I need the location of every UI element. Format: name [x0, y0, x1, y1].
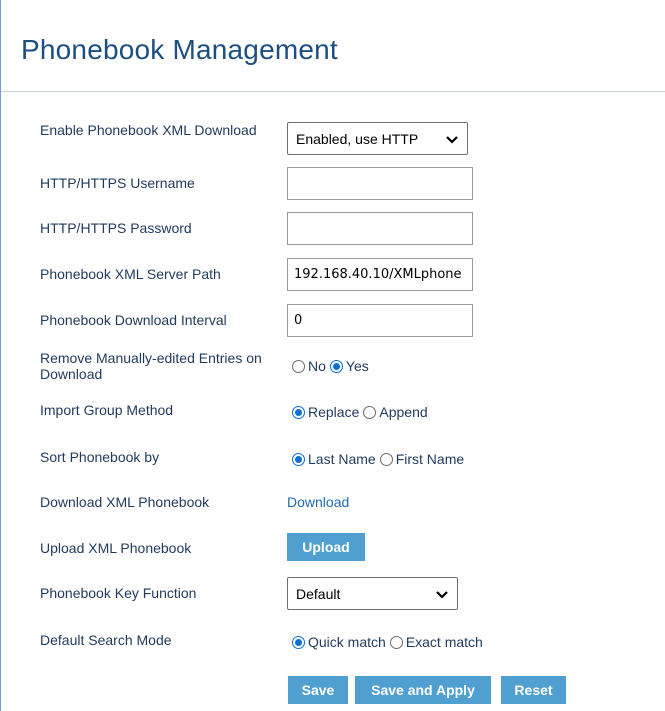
key-function-value: Default — [296, 585, 341, 602]
radio-append[interactable] — [363, 405, 377, 419]
chevron-down-icon — [446, 135, 458, 144]
radio-option-no[interactable]: No — [292, 358, 326, 374]
import-group-method-radios: Replace Append — [292, 402, 432, 422]
http-password-label: HTTP/HTTPS Password — [40, 220, 192, 236]
http-username-label: HTTP/HTTPS Username — [40, 175, 195, 191]
download-interval-label: Phonebook Download Interval — [40, 312, 227, 328]
radio-replace[interactable] — [292, 405, 305, 419]
search-mode-radios: Quick match Exact match — [292, 632, 487, 652]
download-interval-input[interactable]: 0 — [287, 304, 473, 337]
radio-option-yes[interactable]: Yes — [329, 358, 369, 374]
radio-yes[interactable] — [329, 359, 343, 373]
radio-option-last-name[interactable]: Last Name — [292, 451, 376, 467]
sort-by-label: Sort Phonebook by — [40, 449, 160, 465]
enable-xml-download-value: Enabled, use HTTP — [296, 130, 419, 147]
radio-option-exact-match[interactable]: Exact match — [389, 634, 483, 650]
download-link[interactable]: Download — [287, 494, 349, 510]
save-and-apply-button[interactable]: Save and Apply — [355, 676, 491, 704]
http-password-input[interactable] — [287, 212, 473, 245]
xml-server-path-label: Phonebook XML Server Path — [40, 266, 221, 282]
radio-exact-match[interactable] — [389, 635, 403, 649]
sort-by-radios: Last Name First Name — [292, 449, 468, 469]
save-button[interactable]: Save — [288, 676, 348, 704]
radio-last-name[interactable] — [292, 452, 305, 466]
import-group-method-label: Import Group Method — [40, 402, 174, 418]
upload-xml-label: Upload XML Phonebook — [40, 540, 192, 556]
radio-option-quick-match[interactable]: Quick match — [292, 634, 386, 650]
upload-button[interactable]: Upload — [287, 533, 365, 561]
reset-button[interactable]: Reset — [501, 676, 566, 704]
title-divider — [1, 91, 665, 92]
page-title: Phonebook Management — [21, 34, 338, 65]
radio-first-name[interactable] — [379, 452, 393, 466]
remove-manual-entries-radios: No Yes — [292, 356, 373, 376]
search-mode-label: Default Search Mode — [40, 632, 172, 648]
radio-option-append[interactable]: Append — [363, 404, 428, 420]
radio-quick-match[interactable] — [292, 635, 305, 649]
http-username-input[interactable] — [287, 167, 473, 200]
download-xml-label: Download XML Phonebook — [40, 494, 210, 510]
radio-no[interactable] — [292, 359, 305, 373]
enable-xml-download-select[interactable]: Enabled, use HTTP — [287, 122, 468, 155]
enable-xml-download-label: Enable Phonebook XML Download — [40, 122, 257, 138]
xml-server-path-input[interactable]: 192.168.40.10/XMLphone — [287, 258, 473, 291]
remove-manual-entries-label: Remove Manually-edited Entries on Downlo… — [40, 350, 262, 382]
key-function-label: Phonebook Key Function — [40, 585, 197, 601]
radio-option-first-name[interactable]: First Name — [379, 451, 464, 467]
chevron-down-icon — [436, 590, 448, 599]
key-function-select[interactable]: Default — [287, 577, 458, 610]
radio-option-replace[interactable]: Replace — [292, 404, 359, 420]
